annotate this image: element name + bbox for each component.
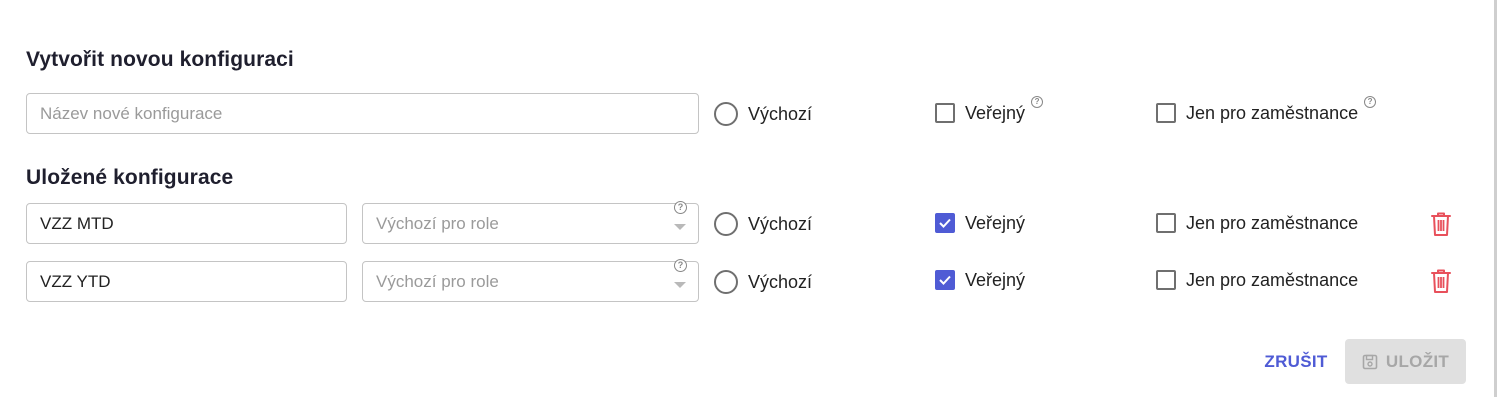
new-config-name-input[interactable]: [26, 93, 699, 134]
config-employees-checkbox[interactable]: Jen pro zaměstnance: [1156, 266, 1358, 294]
public-label: Veřejný: [965, 269, 1026, 290]
public-label: Veřejný: [965, 212, 1026, 233]
trash-icon[interactable]: [1430, 211, 1452, 237]
help-icon[interactable]: ?: [1364, 96, 1377, 108]
config-name-input[interactable]: VZZ YTD: [26, 261, 347, 302]
checkbox-box[interactable]: [1156, 270, 1176, 290]
default-label: Výchozí: [748, 103, 813, 124]
employees-label: Jen pro zaměstnance: [1186, 212, 1359, 233]
checkbox-box[interactable]: [935, 213, 955, 233]
trash-icon[interactable]: [1430, 268, 1452, 294]
new-config-employees-checkbox[interactable]: Jen pro zaměstnance ?: [1156, 96, 1377, 127]
default-roles-select[interactable]: Výchozí pro role ?: [362, 201, 699, 244]
cancel-button[interactable]: ZRUŠIT: [1258, 340, 1334, 384]
config-public-checkbox[interactable]: Veřejný: [935, 209, 1025, 237]
radio-circle[interactable]: [714, 212, 738, 236]
help-icon[interactable]: ?: [674, 259, 687, 272]
config-default-radio[interactable]: Výchozí: [714, 210, 812, 238]
floppy-disk-icon: [1362, 354, 1378, 369]
employees-label: Jen pro zaměstnance: [1186, 102, 1359, 123]
default-label: Výchozí: [748, 271, 813, 292]
new-config-default-radio[interactable]: Výchozí: [714, 100, 812, 128]
help-icon[interactable]: ?: [674, 201, 687, 214]
config-name-input[interactable]: VZZ MTD: [26, 203, 347, 244]
new-config-title: Vytvořit novou konfiguraci: [26, 48, 294, 71]
save-label: ULOŽIT: [1385, 351, 1450, 371]
roles-placeholder: Výchozí pro role: [376, 271, 499, 291]
roles-placeholder: Výchozí pro role: [376, 213, 499, 233]
new-config-public-checkbox[interactable]: Veřejný ?: [935, 96, 1044, 127]
radio-circle[interactable]: [714, 102, 738, 126]
employees-label: Jen pro zaměstnance: [1186, 269, 1359, 290]
chevron-down-icon: [674, 224, 686, 230]
checkbox-box[interactable]: [935, 270, 955, 290]
saved-configs-title: Uložené konfigurace: [26, 166, 234, 189]
default-roles-select[interactable]: Výchozí pro role ?: [362, 259, 699, 302]
help-icon[interactable]: ?: [1031, 96, 1044, 108]
save-button[interactable]: ULOŽIT: [1345, 339, 1466, 384]
default-label: Výchozí: [748, 213, 813, 234]
radio-circle[interactable]: [714, 270, 738, 294]
config-public-checkbox[interactable]: Veřejný: [935, 266, 1025, 294]
config-default-radio[interactable]: Výchozí: [714, 268, 812, 296]
public-label: Veřejný: [965, 102, 1026, 123]
config-dialog: Vytvořit novou konfiguraci Výchozí Veřej…: [0, 0, 1497, 397]
checkbox-box[interactable]: [935, 103, 955, 123]
chevron-down-icon: [674, 282, 686, 288]
checkbox-box[interactable]: [1156, 103, 1176, 123]
checkbox-box[interactable]: [1156, 213, 1176, 233]
config-employees-checkbox[interactable]: Jen pro zaměstnance: [1156, 209, 1358, 237]
